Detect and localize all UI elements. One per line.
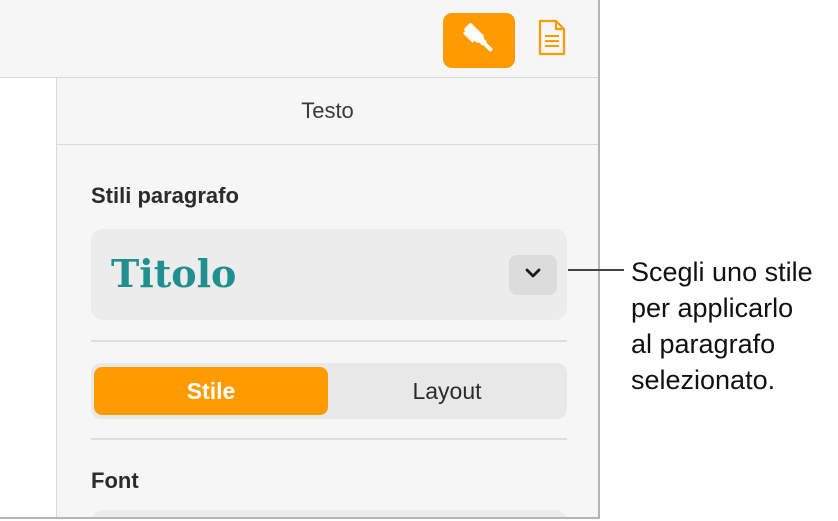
document-icon — [537, 19, 567, 62]
selected-style-name: Titolo — [111, 251, 237, 296]
chevron-down-icon — [523, 266, 543, 285]
callout-line-text: per applicarlo — [631, 293, 794, 323]
document-canvas[interactable] — [0, 78, 57, 517]
tab-testo[interactable]: Testo — [57, 78, 598, 145]
tab-stile[interactable]: Stile — [94, 367, 328, 415]
app-window: Testo Stili paragrafo Titolo Stile Layou… — [0, 0, 600, 519]
document-button[interactable] — [535, 19, 569, 62]
callout-line-text: Scegli uno stile — [631, 257, 813, 287]
paintbrush-icon — [458, 17, 500, 64]
font-label: Font — [91, 468, 139, 493]
callout-line-text: al paragrafo — [631, 329, 776, 359]
callout-text: Scegli uno stile per applicarlo al parag… — [631, 254, 836, 398]
tab-layout[interactable]: Layout — [331, 367, 563, 415]
format-inspector: Testo Stili paragrafo Titolo Stile Layou… — [57, 78, 598, 517]
paragraph-styles-label: Stili paragrafo — [91, 183, 239, 208]
toolbar — [0, 0, 598, 78]
style-dropdown-button[interactable] — [509, 255, 557, 295]
divider — [91, 438, 567, 440]
font-popup[interactable] — [91, 510, 567, 517]
divider — [91, 340, 567, 342]
format-button[interactable] — [443, 13, 515, 68]
callout-line-text: selezionato. — [631, 365, 776, 395]
style-layout-segmented-control: Stile Layout — [91, 363, 567, 419]
paragraph-style-popup[interactable]: Titolo — [91, 229, 567, 320]
callout-line — [568, 269, 624, 271]
